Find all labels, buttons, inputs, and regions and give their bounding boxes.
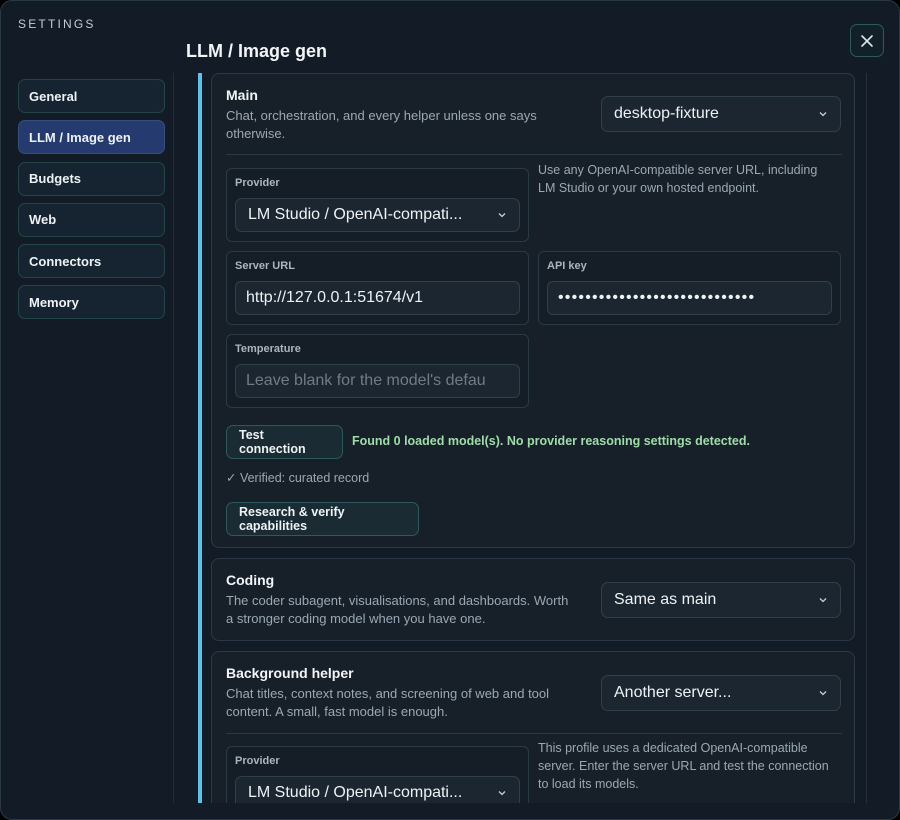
server-url-input[interactable]: http://127.0.0.1:51674/v1 <box>235 281 520 315</box>
sidebar-item-connectors[interactable]: Connectors <box>18 244 165 279</box>
field-label: Server URL <box>235 260 295 272</box>
select-value: Another server... <box>614 684 732 701</box>
divider <box>226 733 842 734</box>
sidebar-item-label: LLM / Image gen <box>29 129 131 145</box>
card-description: Chat, orchestration, and every helper un… <box>226 108 537 141</box>
chevron-down-icon <box>498 213 506 218</box>
temperature-box: Temperature Leave blank for the model's … <box>226 334 529 408</box>
sidebar-divider <box>173 73 174 803</box>
background-helper-card: Background helper Chat titles, context n… <box>211 651 855 803</box>
provider-select[interactable]: LM Studio / OpenAI-compati... <box>235 198 520 232</box>
server-url-box: Server URL http://127.0.0.1:51674/v1 <box>226 251 529 325</box>
helper-provider-hint: This profile uses a dedicated OpenAI-com… <box>538 741 829 791</box>
api-key-input[interactable]: ••••••••••••••••••••••••••••• <box>547 281 832 315</box>
sidebar-item-label: Budgets <box>29 171 81 187</box>
sidebar-item-llm-image-gen[interactable]: LLM / Image gen <box>18 120 165 155</box>
field-label: Provider <box>235 755 280 767</box>
provider-box: Provider LM Studio / OpenAI-compati... <box>226 168 529 242</box>
card-description: Chat titles, context notes, and screenin… <box>226 686 550 719</box>
select-value: LM Studio / OpenAI-compati... <box>248 206 463 223</box>
main-profile-card: Main Chat, orchestration, and every help… <box>211 73 855 548</box>
accent-bar <box>198 73 202 803</box>
connection-status: Found 0 loaded model(s). No provider rea… <box>352 434 750 448</box>
sidebar-item-label: Memory <box>29 294 79 310</box>
select-value: Same as main <box>614 591 717 608</box>
page-title: LLM / Image gen <box>186 41 328 61</box>
field-label: API key <box>547 260 587 272</box>
settings-window: SETTINGS LLM / Image gen General LLM / I… <box>0 0 900 820</box>
sidebar-item-memory[interactable]: Memory <box>18 285 165 320</box>
helper-provider-box: Provider LM Studio / OpenAI-compati... <box>226 746 529 803</box>
research-verify-button[interactable]: Research & verify capabilities <box>226 502 419 536</box>
temperature-input[interactable]: Leave blank for the model's defau <box>235 364 520 398</box>
divider <box>226 154 842 155</box>
chevron-down-icon <box>498 791 506 796</box>
provider-hint: Use any OpenAI-compatible server URL, in… <box>538 163 818 195</box>
select-value: LM Studio / OpenAI-compati... <box>248 784 463 801</box>
test-connection-button[interactable]: Test connection <box>226 425 343 459</box>
card-title: Coding <box>226 572 275 588</box>
sidebar-item-label: General <box>29 88 78 104</box>
sidebar-item-label: Web <box>29 212 57 228</box>
helper-provider-select[interactable]: LM Studio / OpenAI-compati... <box>235 776 520 803</box>
main-model-select[interactable]: desktop-fixture <box>601 96 841 132</box>
sidebar-item-budgets[interactable]: Budgets <box>18 161 165 196</box>
chevron-down-icon <box>819 112 827 117</box>
close-button[interactable] <box>850 24 884 57</box>
sidebar-item-label: Connectors <box>29 253 102 269</box>
verified-status: ✓ Verified: curated record <box>226 471 370 485</box>
sidebar-item-general[interactable]: General <box>18 79 165 113</box>
coding-profile-card: Coding The coder subagent, visualisation… <box>211 558 855 641</box>
card-title: Background helper <box>226 665 354 681</box>
coding-model-select[interactable]: Same as main <box>601 582 841 618</box>
card-title: Main <box>226 87 258 103</box>
card-description: The coder subagent, visualisations, and … <box>226 593 569 626</box>
chevron-down-icon <box>819 691 827 696</box>
select-value: desktop-fixture <box>614 105 719 122</box>
chevron-down-icon <box>819 598 827 603</box>
field-label: Temperature <box>235 343 301 355</box>
sidebar-item-web[interactable]: Web <box>18 202 165 237</box>
api-key-box: API key ••••••••••••••••••••••••••••• <box>538 251 841 325</box>
close-icon <box>861 34 873 47</box>
field-label: Provider <box>235 177 280 189</box>
settings-content[interactable]: Main Chat, orchestration, and every help… <box>186 73 867 803</box>
sidebar-nav: General LLM / Image gen Budgets Web Conn… <box>18 79 165 327</box>
settings-section-label: SETTINGS <box>18 17 96 31</box>
helper-model-select[interactable]: Another server... <box>601 675 841 711</box>
